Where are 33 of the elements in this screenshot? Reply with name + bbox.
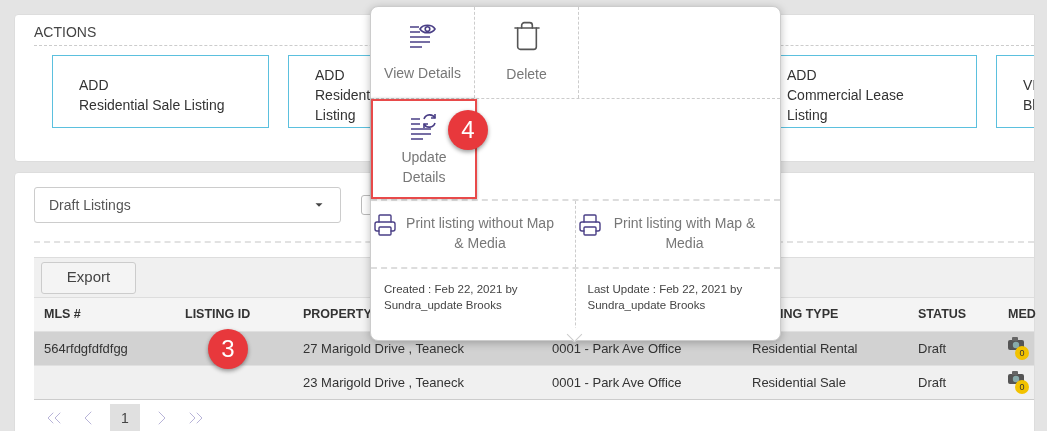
refresh-document-icon — [409, 111, 439, 141]
table-cell-text: 23 Marigold Drive , Teaneck — [303, 373, 464, 392]
table-cell-text: 0001 - Park Ave Office — [552, 339, 682, 358]
printer-icon — [577, 213, 602, 237]
last-update-info: Last Update : Feb 22, 2021 by Sundra_update Brooks — [586, 282, 744, 313]
table-cell-text: Residential Sale — [752, 373, 846, 392]
column-header: LISTING ID — [185, 306, 251, 324]
export-button[interactable]: Export — [41, 261, 136, 294]
table-cell-text: 564rfdgfdfdfgg — [44, 339, 128, 358]
table-cell-text: 27 Marigold Drive , Teaneck — [303, 339, 464, 358]
popup-action[interactable]: View Details — [371, 7, 475, 98]
column-header: ING TYPE — [780, 306, 839, 324]
printer-icon — [373, 213, 397, 237]
camera-icon — [1008, 336, 1024, 350]
listing-filter-dropdown[interactable]: Draft Listings — [34, 187, 341, 223]
action-card[interactable]: VI Bl — [996, 55, 1034, 128]
print-action[interactable]: Print listing with Map & Media — [575, 201, 780, 267]
table-cell-text: Draft — [918, 339, 947, 358]
table-cell-text: 0001 - Park Ave Office — [552, 373, 682, 392]
action-card[interactable]: ADD Residential Sale Listing — [52, 55, 269, 128]
column-header: PROPERTY — [303, 306, 372, 324]
column-header: MLS # — [44, 306, 81, 324]
table-cell-text: Draft — [918, 373, 947, 392]
table-cell-text: Residential Rental — [752, 339, 858, 358]
column-header: STATUS — [918, 306, 967, 324]
popup-action[interactable]: Delete — [475, 7, 579, 98]
camera-icon — [1008, 370, 1024, 384]
print-action[interactable]: Print listing without Map & Media — [371, 201, 576, 267]
table-row[interactable]: 23 Marigold Drive , Teaneck 0001 - Park Ave Office Residential Sale Draft 0 — [34, 365, 1034, 399]
eye-document-icon — [407, 21, 438, 51]
page-button[interactable]: 1 — [110, 404, 140, 431]
column-header: MED — [1008, 306, 1036, 324]
section-title: ACTIONS — [34, 23, 97, 41]
